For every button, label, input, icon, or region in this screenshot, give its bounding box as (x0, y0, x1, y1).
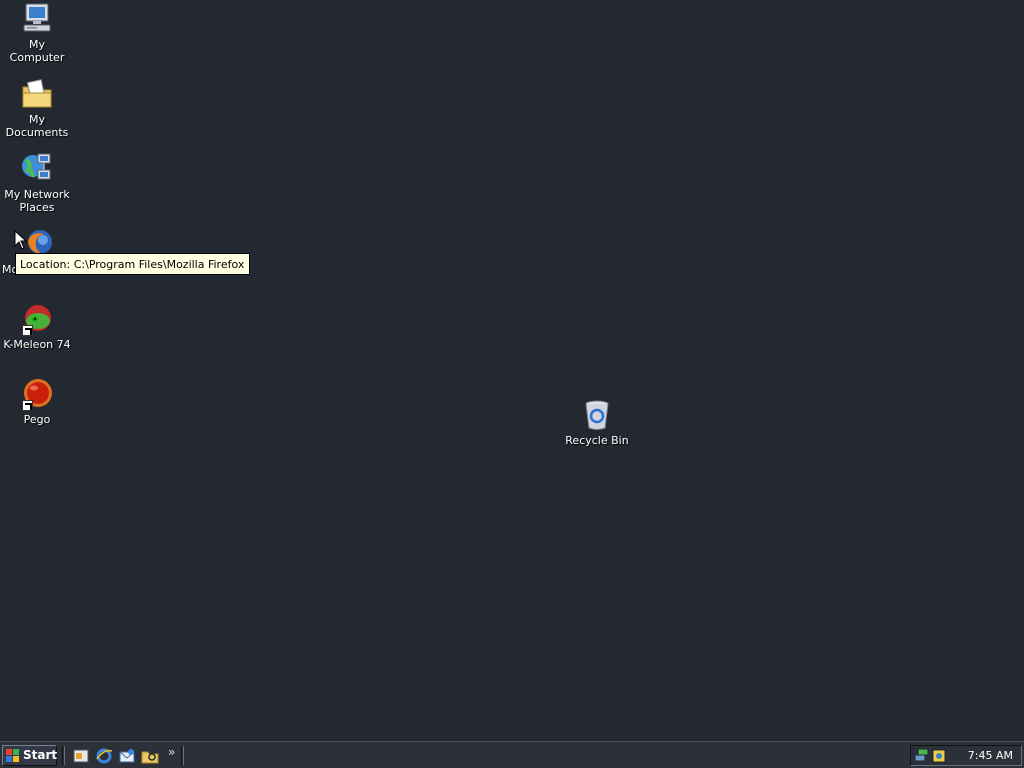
shortcut-arrow-icon (22, 325, 33, 336)
desktop-icon-label: My Network Places (4, 188, 70, 214)
desktop-icon-label: My Computer (9, 38, 65, 64)
start-button[interactable]: Start (2, 745, 57, 766)
mouse-cursor-icon (14, 230, 28, 250)
start-label: Start (23, 748, 58, 762)
folder-documents-icon (20, 77, 54, 111)
system-tray: 7:45 AM (910, 745, 1022, 766)
desktop-icon-label: K-Meleon 74 (3, 338, 71, 351)
desktop-icon-pego[interactable]: Pego (0, 377, 74, 426)
k-meleon-icon (20, 302, 54, 336)
desktop-icon-label: Pego (23, 413, 51, 426)
taskbar-separator (62, 746, 65, 765)
desktop-icon-k-meleon[interactable]: K-Meleon 74 (0, 302, 74, 351)
windows-logo-icon (6, 749, 19, 762)
network-icon (20, 152, 54, 186)
desktop-icon-my-documents[interactable]: My Documents (0, 77, 74, 139)
shortcut-arrow-icon (22, 400, 33, 411)
taskbar: Start » 7:45 AM (0, 741, 1024, 768)
pego-icon (20, 377, 54, 411)
quick-launch-overflow-button[interactable]: » (168, 745, 175, 759)
desktop-icon-label: Recycle Bin (565, 434, 629, 447)
recycle-bin-icon (580, 398, 614, 432)
computer-icon (20, 2, 54, 36)
volume-tray-icon[interactable] (931, 747, 948, 764)
desktop[interactable]: My Computer My Documents My Network Plac… (0, 0, 1024, 741)
network-tray-icon[interactable] (913, 747, 930, 764)
internet-explorer-icon[interactable] (95, 747, 113, 765)
desktop-icon-label: My Documents (5, 113, 69, 139)
taskbar-separator (181, 746, 184, 765)
show-desktop-icon[interactable] (72, 747, 90, 765)
desktop-icon-recycle-bin[interactable]: Recycle Bin (560, 398, 634, 447)
taskbar-clock[interactable]: 7:45 AM (968, 749, 1013, 762)
desktop-icon-my-computer[interactable]: My Computer (0, 2, 74, 64)
desktop-icon-my-network-places[interactable]: My Network Places (0, 152, 74, 214)
windows-explorer-icon[interactable] (141, 747, 159, 765)
location-tooltip: Location: C:\Program Files\Mozilla Firef… (15, 253, 251, 275)
outlook-express-icon[interactable] (118, 747, 136, 765)
